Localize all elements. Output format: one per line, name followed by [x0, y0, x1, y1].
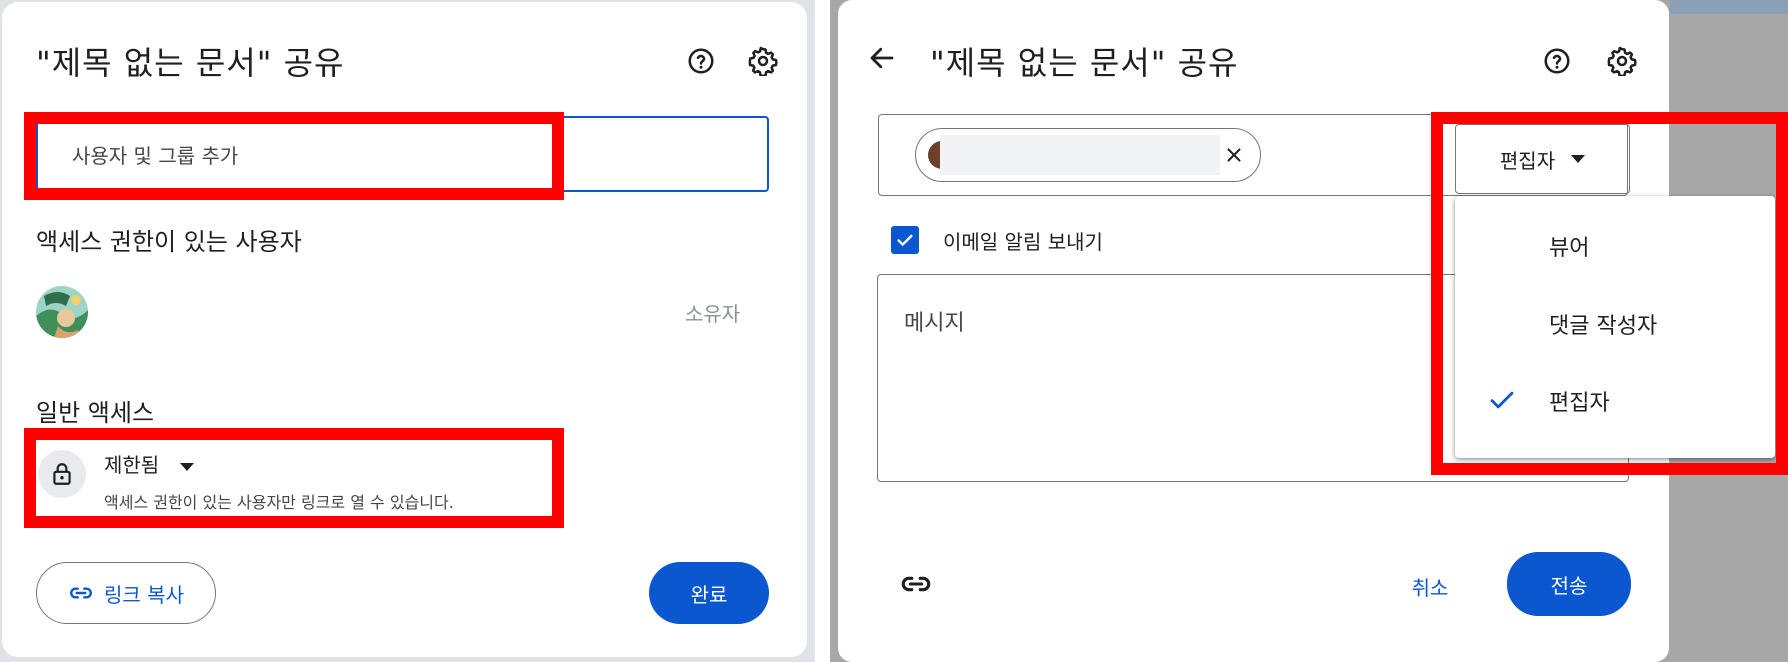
general-access-heading: 일반 액세스: [36, 399, 155, 427]
cancel-label: 취소: [1411, 575, 1449, 600]
link-icon[interactable]: [892, 564, 940, 604]
dropdown-arrow-icon: [179, 462, 194, 471]
role-menu-item-commenter[interactable]: 댓글 작성자: [1455, 292, 1775, 352]
copy-link-label: 링크 복사: [104, 582, 184, 607]
cancel-button[interactable]: 취소: [1395, 566, 1465, 606]
role-dropdown[interactable]: 편집자: [1455, 124, 1630, 194]
role-menu: 뷰어 댓글 작성자 편집자: [1455, 196, 1775, 458]
copy-link-button[interactable]: 링크 복사: [36, 562, 216, 624]
owner-avatar[interactable]: [36, 286, 88, 338]
done-button[interactable]: 완료: [649, 562, 769, 624]
recipient-redacted: [940, 135, 1220, 175]
check-icon: [897, 234, 913, 246]
recipient-chip[interactable]: [915, 128, 1261, 182]
add-people-input[interactable]: 사용자 및 그룹 추가: [36, 116, 769, 192]
help-icon[interactable]: [681, 41, 721, 81]
done-label: 완료: [690, 582, 728, 607]
background-strip: [1670, 0, 1788, 14]
add-people-placeholder: 사용자 및 그룹 추가: [72, 144, 239, 168]
dialog-title: "제목 없는 문서" 공유: [36, 44, 345, 82]
message-placeholder: 메시지: [904, 311, 965, 336]
general-access-dropdown[interactable]: 제한됨: [104, 449, 194, 478]
role-menu-item-label: 편집자: [1549, 391, 1610, 416]
general-access-value: 제한됨: [104, 453, 160, 477]
role-menu-item-editor[interactable]: 편집자: [1455, 369, 1775, 429]
lock-icon: [38, 450, 86, 498]
gear-icon[interactable]: [1602, 41, 1642, 81]
send-button[interactable]: 전송: [1507, 552, 1631, 616]
notify-checkbox-label: 이메일 알림 보내기: [943, 230, 1103, 254]
gear-icon[interactable]: [743, 41, 783, 81]
send-label: 전송: [1550, 573, 1588, 598]
role-menu-item-label: 댓글 작성자: [1549, 314, 1658, 339]
owner-role-label: 소유자: [685, 302, 741, 326]
people-with-access-heading: 액세스 권한이 있는 사용자: [36, 228, 302, 256]
role-menu-item-label: 뷰어: [1549, 236, 1590, 261]
check-icon: [1490, 391, 1514, 409]
role-menu-item-viewer[interactable]: 뷰어: [1455, 214, 1775, 274]
notify-checkbox[interactable]: [891, 226, 919, 254]
help-icon[interactable]: [1537, 41, 1577, 81]
general-access-description: 액세스 권한이 있는 사용자만 링크로 열 수 있습니다.: [104, 493, 454, 512]
arrow-left-icon[interactable]: [862, 38, 902, 78]
close-icon[interactable]: [1218, 139, 1250, 171]
share-dialog-main: [2, 2, 807, 657]
dialog-title-invite: "제목 없는 문서" 공유: [930, 44, 1239, 82]
dropdown-arrow-icon: [1571, 155, 1586, 163]
link-icon: [70, 587, 92, 599]
role-dropdown-value: 편집자: [1499, 148, 1556, 173]
